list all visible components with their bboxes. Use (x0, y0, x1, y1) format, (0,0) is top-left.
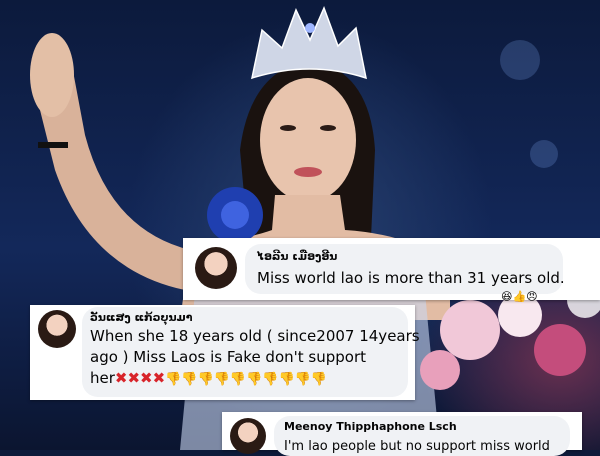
angry-icon: 😠 (526, 290, 538, 303)
comment-text-her: her (90, 369, 115, 387)
commenter-name[interactable]: ໄອລີນ ເມືອງອີນ (257, 250, 337, 263)
comment-card: ໄອລີນ ເມືອງອີນ Miss world lao is more th… (183, 238, 600, 303)
comment-text-line: ago ) Miss Laos is Fake don't support (90, 348, 367, 366)
commenter-name[interactable]: ວັນແສງ ແກ້ວບຸນມາ (90, 311, 192, 324)
like-icon: 👍 (512, 290, 527, 303)
haha-icon: 😆 (501, 290, 513, 303)
commenter-name[interactable]: Meenoy Thipphaphone Lsch (284, 420, 457, 433)
comment-card: ວັນແສງ ແກ້ວບຸນມາ When she 18 years old (… (30, 305, 420, 400)
comment-bubble: Meenoy Thipphaphone Lsch I'm lao people … (274, 416, 570, 456)
commenter-avatar[interactable] (195, 247, 237, 289)
commenter-avatar[interactable] (38, 310, 76, 348)
comment-bubble: ໄອລີນ ເມືອງອີນ Miss world lao is more th… (245, 244, 565, 294)
thumbs-down-icons: 👎👎👎👎👎👎👎👎👎👎 (165, 372, 328, 387)
comment-text: Miss world lao is more than 31 years old… (257, 269, 565, 287)
reaction-icons[interactable]: 😆👍😠 (501, 290, 538, 303)
comment-text-line: When she 18 years old ( since2007 14year… (90, 327, 420, 345)
comment-bubble: ວັນແສງ ແກ້ວບຸນມາ When she 18 years old (… (82, 307, 420, 397)
comment-text-line: her✖✖✖✖👎👎👎👎👎👎👎👎👎👎 (90, 368, 327, 390)
x-mark-icons: ✖✖✖✖ (114, 369, 166, 387)
comment-text: I'm lao people but no support miss world (284, 439, 550, 454)
commenter-avatar[interactable] (230, 418, 266, 454)
comment-card: Meenoy Thipphaphone Lsch I'm lao people … (222, 412, 582, 456)
